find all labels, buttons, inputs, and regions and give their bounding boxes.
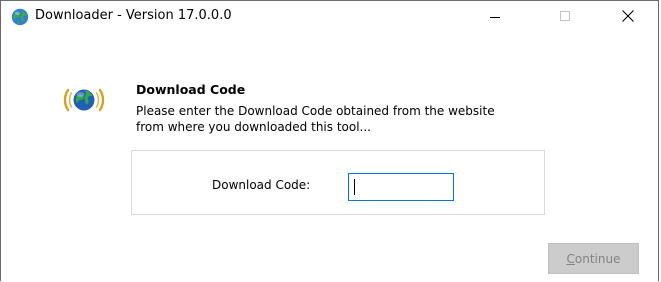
download-code-input[interactable] [348, 173, 454, 201]
maximize-button[interactable] [542, 1, 588, 31]
minimize-button[interactable] [472, 1, 518, 31]
window-title: Downloader - Version 17.0.0.0 [35, 8, 232, 23]
continue-label: ontinue [574, 251, 621, 266]
text-caret [354, 179, 355, 195]
globe-icon [11, 8, 29, 26]
dialog-description: Please enter the Download Code obtained … [136, 103, 566, 135]
description-line: Please enter the Download Code obtained … [136, 104, 495, 118]
description-line: from where you downloaded this tool... [136, 120, 371, 134]
continue-button[interactable]: Continue [548, 243, 639, 274]
download-code-label: Download Code: [212, 178, 311, 192]
dialog-heading: Download Code [136, 82, 246, 97]
title-bar[interactable]: Downloader - Version 17.0.0.0 [1, 1, 658, 31]
close-icon [622, 10, 634, 22]
continue-mnemonic: C [566, 251, 575, 266]
minimize-icon [490, 17, 500, 18]
download-code-group: Download Code: [131, 150, 545, 215]
maximize-icon [560, 11, 570, 21]
close-button[interactable] [605, 1, 651, 31]
downloader-window: Downloader - Version 17.0.0.0 Download C… [0, 0, 659, 281]
network-globe-icon [62, 78, 106, 122]
